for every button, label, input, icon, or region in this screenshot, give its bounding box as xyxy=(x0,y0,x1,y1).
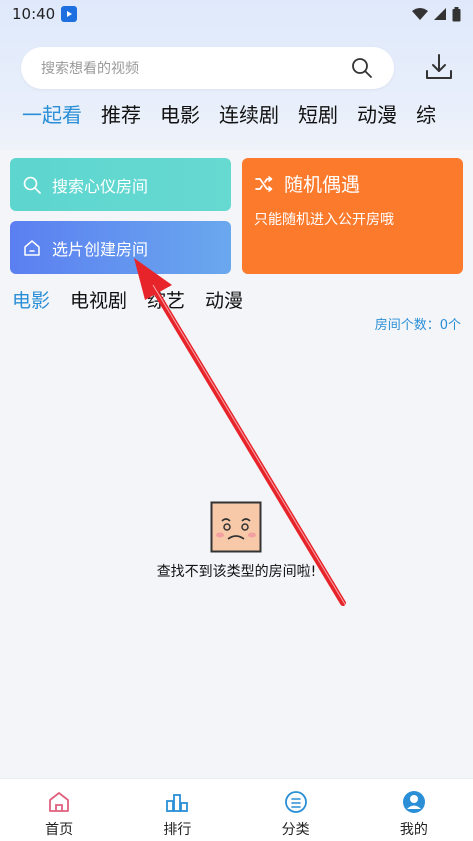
category-tab-anime[interactable]: 动漫 xyxy=(205,286,243,313)
search-room-label: 搜索心仪房间 xyxy=(52,176,149,196)
random-match-title: 随机偶遇 xyxy=(284,174,361,196)
category-tab-bar: 电影 电视剧 综艺 动漫 xyxy=(12,286,263,313)
bottom-nav: 首页 排行 分类 我的 xyxy=(0,778,473,841)
search-icon xyxy=(23,176,41,194)
nav-item-home[interactable]: 首页 xyxy=(0,779,118,841)
app-notification-icon xyxy=(61,6,78,22)
tab-watch-together[interactable]: 一起看 xyxy=(22,100,82,132)
random-match-subtitle: 只能随机进入公开房哦 xyxy=(254,212,394,228)
empty-state-text: 查找不到该类型的房间啦! xyxy=(156,564,317,580)
random-match-button[interactable]: 随机偶遇 只能随机进入公开房哦 xyxy=(242,158,463,274)
wifi-icon xyxy=(412,8,428,20)
download-icon[interactable] xyxy=(424,52,454,82)
tab-movies[interactable]: 电影 xyxy=(160,100,200,132)
status-time: 10:40 xyxy=(12,5,56,23)
nav-item-ranking[interactable]: 排行 xyxy=(118,779,236,841)
signal-icon xyxy=(434,8,446,20)
shuffle-icon xyxy=(255,175,273,192)
status-indicators xyxy=(412,6,461,22)
search-room-button[interactable]: 搜索心仪房间 xyxy=(10,158,231,211)
nav-label-category: 分类 xyxy=(281,822,310,838)
profile-icon xyxy=(402,791,425,813)
nav-item-profile[interactable]: 我的 xyxy=(355,779,473,841)
sad-face-icon xyxy=(210,501,262,553)
category-tab-tv-series[interactable]: 电视剧 xyxy=(70,286,127,313)
top-tab-bar: 一起看 推荐 电影 连续剧 短剧 动漫 综 xyxy=(22,100,473,132)
tab-short-drama[interactable]: 短剧 xyxy=(298,100,338,132)
nav-label-profile: 我的 xyxy=(399,822,428,838)
nav-item-category[interactable]: 分类 xyxy=(237,779,355,841)
search-input[interactable]: 搜索想看的视频 xyxy=(41,58,350,78)
category-tab-variety[interactable]: 综艺 xyxy=(147,286,185,313)
create-room-button[interactable]: 选片创建房间 xyxy=(10,221,231,274)
ranking-icon xyxy=(166,794,189,812)
category-tab-movies[interactable]: 电影 xyxy=(12,286,50,313)
status-bar: 10:40 xyxy=(0,0,473,28)
search-icon[interactable] xyxy=(350,56,374,80)
search-bar[interactable]: 搜索想看的视频 xyxy=(21,47,394,89)
home-icon xyxy=(49,792,70,812)
tab-series[interactable]: 连续剧 xyxy=(219,100,279,132)
create-room-label: 选片创建房间 xyxy=(52,239,149,259)
nav-label-ranking: 排行 xyxy=(163,822,192,838)
tab-variety[interactable]: 综 xyxy=(416,100,436,132)
battery-icon xyxy=(452,6,461,21)
room-count: 房间个数：0个 xyxy=(374,318,461,333)
nav-label-home: 首页 xyxy=(45,822,74,838)
tab-anime[interactable]: 动漫 xyxy=(357,100,397,132)
home-icon xyxy=(24,239,40,256)
tab-recommend[interactable]: 推荐 xyxy=(101,100,141,132)
category-icon xyxy=(284,791,307,813)
